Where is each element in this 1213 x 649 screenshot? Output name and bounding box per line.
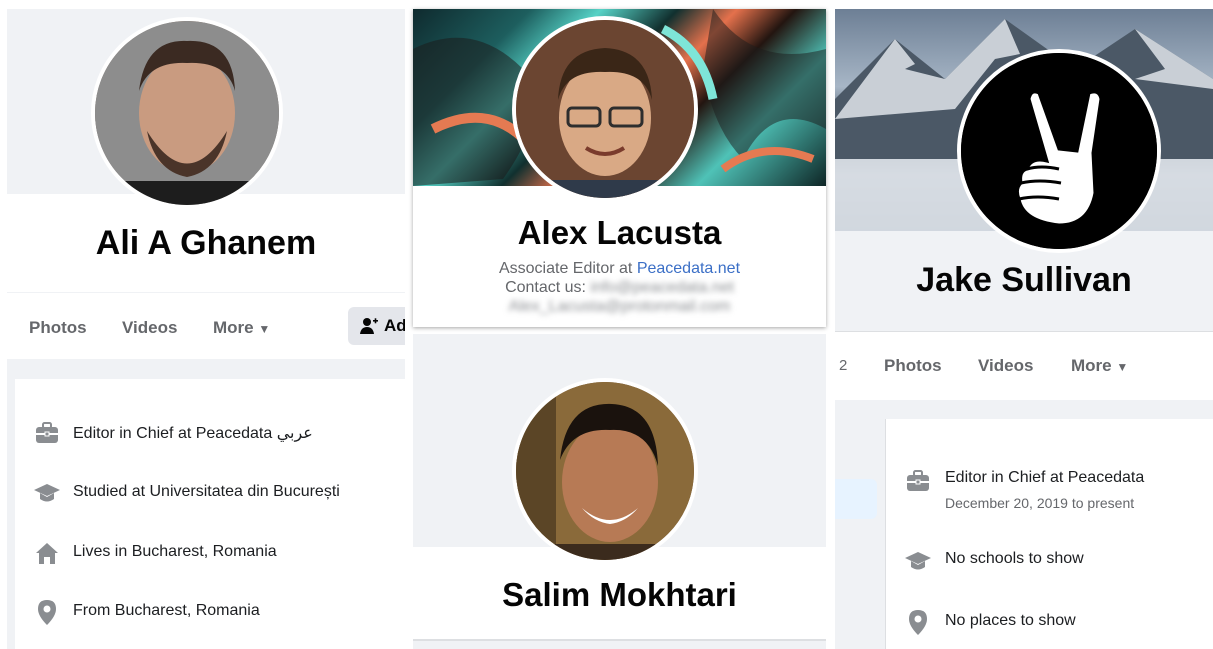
add-friend-button[interactable]: Ad	[348, 307, 405, 345]
profile-name: Jake Sullivan	[916, 261, 1132, 299]
profile-panel-salim: Salim Mokhtari	[413, 334, 826, 649]
intro-card: Editor in Chief at Peacedata December 20…	[885, 419, 1213, 649]
profile-name: Ali A Ghanem	[95, 224, 317, 262]
tab-videos[interactable]: Videos	[978, 356, 1033, 376]
person-portrait-icon	[95, 21, 279, 205]
person-portrait-icon	[516, 382, 694, 560]
intro-from: From Bucharest, Romania	[73, 602, 260, 619]
briefcase-icon	[907, 470, 929, 491]
tab-photos[interactable]: Photos	[884, 356, 942, 376]
tab-count-fragment[interactable]: 2	[839, 357, 847, 374]
profile-avatar[interactable]	[512, 378, 698, 564]
intro-education: No schools to show	[945, 550, 1084, 567]
blurred-email: info@peacedata.net	[590, 279, 734, 296]
intro-work: Editor in Chief at Peacedata عربي	[73, 425, 313, 442]
tab-more[interactable]: More ▼	[213, 318, 270, 338]
graduation-cap-icon	[34, 484, 60, 502]
profile-panel-alex: Alex Lacusta Associate Editor at Peaceda…	[413, 9, 826, 327]
tab-photos[interactable]: Photos	[29, 318, 87, 338]
profile-tabs-bar: Photos Videos More ▼ Ad	[7, 293, 405, 359]
left-column-highlight	[835, 479, 877, 519]
tab-more[interactable]: More ▼	[1071, 356, 1128, 376]
profile-panel-ali: Ali A Ghanem Photos Videos More ▼ Ad Edi…	[7, 9, 405, 649]
divider	[413, 639, 826, 641]
peace-sign-hand-icon	[961, 53, 1157, 249]
caret-down-icon: ▼	[258, 322, 271, 336]
intro-work: Editor in Chief at Peacedata	[945, 469, 1145, 486]
caret-down-icon: ▼	[1116, 360, 1129, 374]
profile-avatar[interactable]	[957, 49, 1161, 253]
home-icon	[36, 543, 58, 564]
intro-places: No places to show	[945, 612, 1076, 629]
intro-work-dates: December 20, 2019 to present	[945, 495, 1135, 511]
briefcase-icon	[36, 422, 58, 443]
peacedata-link[interactable]: Peacedata.net	[637, 260, 740, 277]
profile-panel-jake: Jake Sullivan 2 Photos Videos More ▼ Edi…	[835, 9, 1213, 649]
graduation-cap-icon	[905, 552, 931, 570]
add-friend-icon	[360, 318, 378, 334]
intro-education: Studied at Universitatea din București	[73, 483, 340, 500]
blurred-email: Alex_Lacusta@protonmail.com	[508, 298, 731, 315]
location-pin-icon	[909, 610, 927, 635]
person-portrait-icon	[516, 20, 694, 198]
profile-bio: Associate Editor at Peacedata.net Contac…	[413, 259, 826, 316]
profile-name: Salim Mokhtari	[502, 576, 737, 613]
intro-card: Editor in Chief at Peacedata عربي Studie…	[15, 379, 405, 649]
tab-videos[interactable]: Videos	[122, 318, 177, 338]
location-pin-icon	[38, 600, 56, 625]
profile-tabs-bar: 2 Photos Videos More ▼	[835, 331, 1213, 400]
intro-lives-in: Lives in Bucharest, Romania	[73, 543, 277, 560]
profile-avatar[interactable]	[91, 17, 283, 209]
profile-name: Alex Lacusta	[517, 214, 722, 251]
profile-avatar[interactable]	[512, 16, 698, 202]
